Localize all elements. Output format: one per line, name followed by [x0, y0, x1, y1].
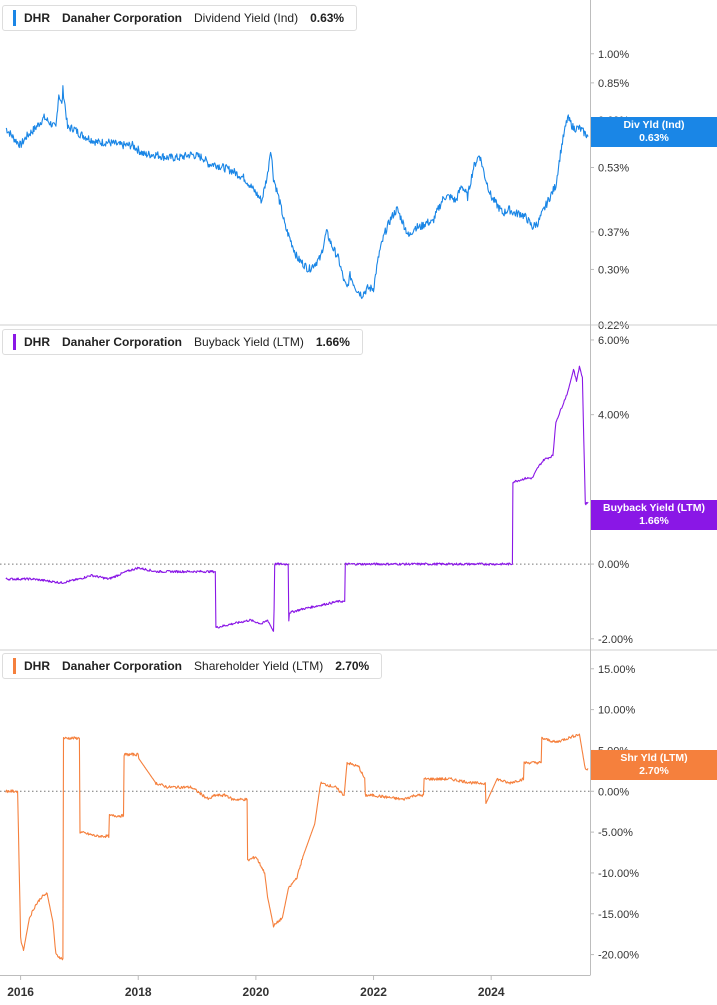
- metric-name: Buyback Yield (LTM): [194, 335, 304, 349]
- y-tick-label: -10.00%: [598, 868, 639, 880]
- y-tick-label: -5.00%: [598, 827, 633, 839]
- badge-label: Buyback Yield (LTM): [603, 502, 705, 514]
- x-tick-label: 2016: [7, 985, 34, 999]
- y-tick-label: 10.00%: [598, 705, 636, 717]
- metric-value: 0.63%: [310, 11, 345, 25]
- metric-name: Dividend Yield (Ind): [194, 11, 299, 25]
- x-tick-label: 2024: [478, 985, 505, 999]
- ticker-label: DHR: [24, 659, 50, 673]
- y-tick-label: 0.22%: [598, 320, 629, 332]
- badge-label: Div Yld (Ind): [623, 119, 685, 131]
- badge-value: 1.66%: [639, 515, 669, 527]
- x-tick-label: 2022: [360, 985, 387, 999]
- y-tick-label: 1.00%: [598, 49, 629, 61]
- shareholder-yield-value-badge: Shr Yld (LTM) 2.70%: [591, 750, 717, 780]
- company-name: Danaher Corporation: [62, 659, 183, 673]
- y-tick-label: 0.85%: [598, 78, 629, 90]
- metric-value: 1.66%: [315, 335, 350, 349]
- buyback-yield-header: DHR Danaher Corporation Buyback Yield (L…: [2, 329, 363, 355]
- badge-value: 2.70%: [639, 765, 669, 777]
- y-tick-label: 0.53%: [598, 162, 629, 174]
- y-tick-label: 15.00%: [598, 664, 636, 676]
- series-line-0: [5, 85, 589, 300]
- x-tick-label: 2018: [125, 985, 152, 999]
- series-color-swatch: [13, 658, 16, 674]
- metric-name: Shareholder Yield (LTM): [194, 659, 324, 673]
- y-tick-label: 0.00%: [598, 559, 629, 571]
- y-tick-label: 4.00%: [598, 410, 629, 422]
- series-color-swatch: [13, 334, 16, 350]
- metric-value: 2.70%: [335, 659, 370, 673]
- y-tick-label: 0.37%: [598, 227, 629, 239]
- ticker-label: DHR: [24, 11, 50, 25]
- dividend-yield-value-badge: Div Yld (Ind) 0.63%: [591, 117, 717, 147]
- series-color-swatch: [13, 10, 16, 26]
- badge-value: 0.63%: [639, 132, 669, 144]
- buyback-yield-value-badge: Buyback Yield (LTM) 1.66%: [591, 500, 717, 530]
- company-name: Danaher Corporation: [62, 335, 183, 349]
- company-name: Danaher Corporation: [62, 11, 183, 25]
- y-tick-label: 0.30%: [598, 264, 629, 276]
- y-tick-label: -15.00%: [598, 909, 639, 921]
- y-tick-label: -20.00%: [598, 950, 639, 962]
- series-line-2: [5, 733, 589, 961]
- series-line-1: [5, 365, 589, 632]
- ticker-label: DHR: [24, 335, 50, 349]
- y-tick-label: 0.00%: [598, 786, 629, 798]
- dividend-yield-header: DHR Danaher Corporation Dividend Yield (…: [2, 5, 358, 31]
- shareholder-yield-header: DHR Danaher Corporation Shareholder Yiel…: [2, 653, 383, 679]
- x-tick-label: 2020: [243, 985, 270, 999]
- y-tick-label: 6.00%: [598, 335, 629, 347]
- badge-label: Shr Yld (LTM): [620, 752, 688, 764]
- y-tick-label: -2.00%: [598, 634, 633, 646]
